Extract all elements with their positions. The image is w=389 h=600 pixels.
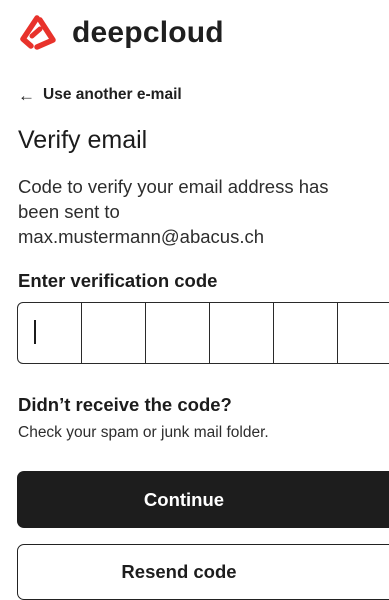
- code-digit-2[interactable]: [82, 303, 146, 363]
- code-input-label: Enter verification code: [18, 270, 218, 291]
- code-digit-5[interactable]: [274, 303, 338, 363]
- resend-heading: Didn’t receive the code?: [18, 394, 232, 415]
- continue-button[interactable]: Continue: [17, 471, 389, 528]
- continue-button-label: Continue: [143, 488, 225, 510]
- deepcloud-logo-icon: [20, 15, 56, 50]
- verification-description: Code to verify your email address has be…: [18, 174, 378, 249]
- app-header: deepcloud: [18, 14, 224, 52]
- text-caret: [34, 320, 36, 344]
- resend-code-button[interactable]: Resend code: [17, 544, 389, 600]
- code-digit-1[interactable]: [18, 303, 82, 363]
- back-link-label: Use another e-mail: [43, 86, 182, 103]
- arrow-left-icon: ←: [18, 85, 35, 105]
- brand-name: deepcloud: [72, 16, 224, 49]
- use-another-email-link[interactable]: ← Use another e-mail: [18, 86, 182, 104]
- resend-hint: Check your spam or junk mail folder.: [18, 424, 269, 441]
- description-line-1: Code to verify your email address has: [18, 176, 329, 197]
- code-digit-3[interactable]: [146, 303, 210, 363]
- verification-code-input: [17, 302, 389, 364]
- resend-code-button-label: Resend code: [121, 561, 237, 582]
- code-digit-6[interactable]: [338, 303, 389, 363]
- description-line-2: been sent to: [18, 201, 120, 223]
- page-title: Verify email: [18, 126, 148, 154]
- code-digit-4[interactable]: [210, 303, 274, 363]
- email-address: max.mustermann@abacus.ch: [18, 226, 265, 248]
